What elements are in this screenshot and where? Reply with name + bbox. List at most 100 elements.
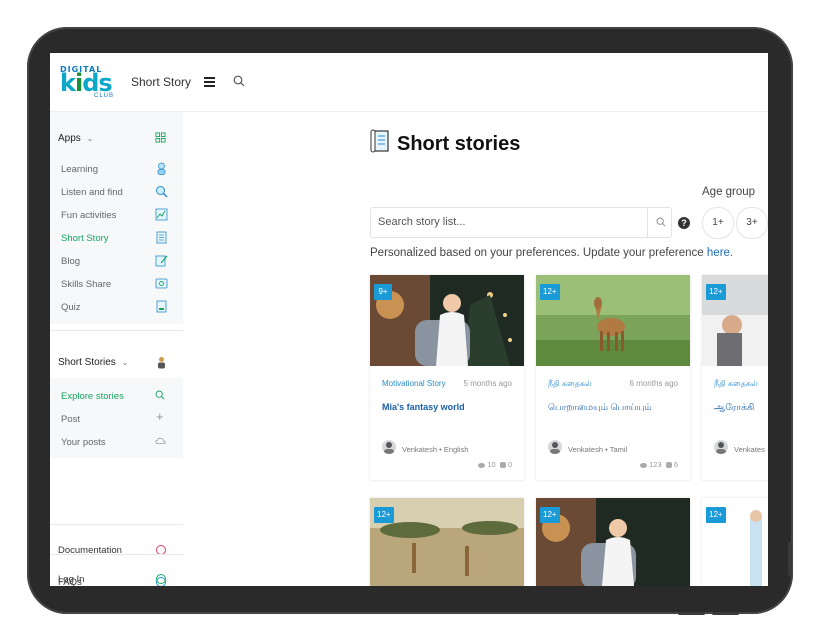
sidebar-item-quiz[interactable]: Quiz xyxy=(61,302,81,313)
search-icon[interactable] xyxy=(656,217,666,227)
short-stories-label: Short Stories xyxy=(58,357,116,368)
story-card[interactable]: 12+ xyxy=(702,498,768,586)
age-group-label: Age group xyxy=(702,186,756,198)
user-avatar-icon xyxy=(158,357,165,369)
eye-icon xyxy=(478,462,486,468)
story-image: 12+ xyxy=(370,498,524,586)
story-scroll-icon xyxy=(370,129,389,153)
logo-line3: CLUB xyxy=(94,93,115,99)
skills-share-icon xyxy=(155,278,168,289)
story-search-box xyxy=(370,207,672,238)
story-title[interactable]: Mia's fantasy world xyxy=(382,402,465,412)
story-stats: 123 6 xyxy=(640,460,678,469)
view-count: 10 xyxy=(487,460,496,469)
tablet-bottom-button-right xyxy=(712,612,739,615)
short-stories-header[interactable]: Short Stories ⌄ xyxy=(58,357,128,368)
sidebar-item-fun-activities[interactable]: Fun activities xyxy=(61,210,116,221)
page-title: Short stories xyxy=(397,133,521,155)
sidebar-item-listen-and-find[interactable]: Listen and find xyxy=(61,187,123,198)
comment-icon xyxy=(665,462,672,469)
age-badge: 12+ xyxy=(540,284,560,300)
author-avatar xyxy=(548,440,562,454)
plus-icon: + xyxy=(156,409,164,424)
chevron-down-icon: ⌄ xyxy=(86,134,94,143)
story-card[interactable]: 12+ நீதி கதைகள் ஆரோக்கி Venkates xyxy=(702,275,768,480)
author-avatar xyxy=(714,440,728,454)
story-title[interactable]: ஆரோக்கி xyxy=(714,402,754,414)
sidebar-item-your-posts[interactable]: Your posts xyxy=(61,437,106,448)
story-card[interactable]: 9+ Motivational Story 5 months ago Mia's… xyxy=(370,275,524,480)
story-card[interactable]: 12+ xyxy=(536,498,690,586)
preference-text: Personalized based on your preferences. … xyxy=(370,247,733,259)
update-preference-link[interactable]: here. xyxy=(707,247,733,259)
story-card[interactable]: 12+ நீதி கதைகள் 6 months ago பொறாமையும் … xyxy=(536,275,690,480)
top-header: DIGITAL kids CLUB Short Story xyxy=(50,53,768,112)
story-meta: Venkatesh • Tamil xyxy=(568,445,628,454)
blog-edit-icon xyxy=(155,255,168,267)
sidebar-divider xyxy=(50,524,183,525)
story-meta: Venkates xyxy=(734,445,765,454)
tablet-bottom-button-left xyxy=(678,612,705,615)
author-name: Venkates xyxy=(734,445,765,454)
comment-count: 0 xyxy=(507,460,512,469)
apps-label: Apps xyxy=(58,133,81,144)
sidebar-item-post[interactable]: Post xyxy=(61,414,80,425)
story-card[interactable]: 12+ xyxy=(370,498,524,586)
age-badge: 12+ xyxy=(706,284,726,300)
story-time: 5 months ago xyxy=(463,379,512,388)
sidebar-item-skills-share[interactable]: Skills Share xyxy=(61,279,111,290)
header-title: Short Story xyxy=(131,75,192,89)
comment-icon xyxy=(499,462,506,469)
age-badge: 9+ xyxy=(374,284,392,300)
age-chip-3plus[interactable]: 3+ xyxy=(736,207,768,239)
author-name: Venkatesh xyxy=(402,445,438,454)
story-image: 12+ xyxy=(702,498,768,586)
story-stats: 10 0 xyxy=(478,460,512,469)
sidebar-divider xyxy=(50,330,183,331)
story-time: 6 months ago xyxy=(629,379,678,388)
hamburger-menu-icon[interactable] xyxy=(204,77,215,87)
search-divider xyxy=(647,208,648,237)
sidebar-item-learning[interactable]: Learning xyxy=(61,164,98,175)
story-category[interactable]: நீதி கதைகள் xyxy=(714,379,758,389)
story-search-input[interactable] xyxy=(371,208,648,235)
quiz-icon xyxy=(156,300,167,313)
search-icon[interactable] xyxy=(233,75,245,87)
story-image: 12+ xyxy=(536,275,690,366)
app-screen: DIGITAL kids CLUB Short Story Apps ⌄ Lea… xyxy=(50,53,768,586)
age-chip-1plus[interactable]: 1+ xyxy=(702,207,734,239)
logo-k: k xyxy=(60,69,76,97)
author-name: Venkatesh xyxy=(568,445,604,454)
tablet-side-button xyxy=(788,542,792,576)
author-avatar xyxy=(382,440,396,454)
preference-message: Personalized based on your preferences. … xyxy=(370,247,704,259)
story-image: 12+ xyxy=(536,498,690,586)
story-category[interactable]: Motivational Story xyxy=(382,379,446,388)
activity-icon xyxy=(155,208,168,221)
story-category[interactable]: நீதி கதைகள் xyxy=(548,379,592,389)
search-magnify-icon xyxy=(156,186,168,198)
sidebar-item-explore-stories[interactable]: Explore stories xyxy=(61,391,124,402)
sidebar-item-blog[interactable]: Blog xyxy=(61,256,80,267)
age-badge: 12+ xyxy=(374,507,394,523)
login-circle-icon xyxy=(156,574,166,584)
story-image: 9+ xyxy=(370,275,524,366)
grid-icon[interactable] xyxy=(155,132,166,143)
comment-count: 6 xyxy=(673,460,678,469)
chevron-down-icon: ⌄ xyxy=(121,358,129,367)
sidebar-item-short-story[interactable]: Short Story xyxy=(61,233,109,244)
login-link[interactable]: Log In xyxy=(58,574,84,585)
age-badge: 12+ xyxy=(540,507,560,523)
apps-header[interactable]: Apps ⌄ xyxy=(58,133,93,144)
help-icon[interactable]: ? xyxy=(678,217,690,229)
eye-icon xyxy=(640,462,648,468)
story-title[interactable]: பொறாமையும் பொய்யும் xyxy=(548,402,652,414)
student-icon xyxy=(157,162,166,175)
story-scroll-icon xyxy=(156,231,167,244)
logo-line2: kids xyxy=(60,69,113,97)
story-language: English xyxy=(443,445,469,454)
sidebar: Apps ⌄ Learning Listen and find Fun acti… xyxy=(50,112,183,586)
digital-kids-club-logo[interactable]: DIGITAL kids CLUB xyxy=(60,65,122,99)
sidebar-divider-bottom xyxy=(50,554,183,555)
cloud-icon xyxy=(155,437,166,444)
